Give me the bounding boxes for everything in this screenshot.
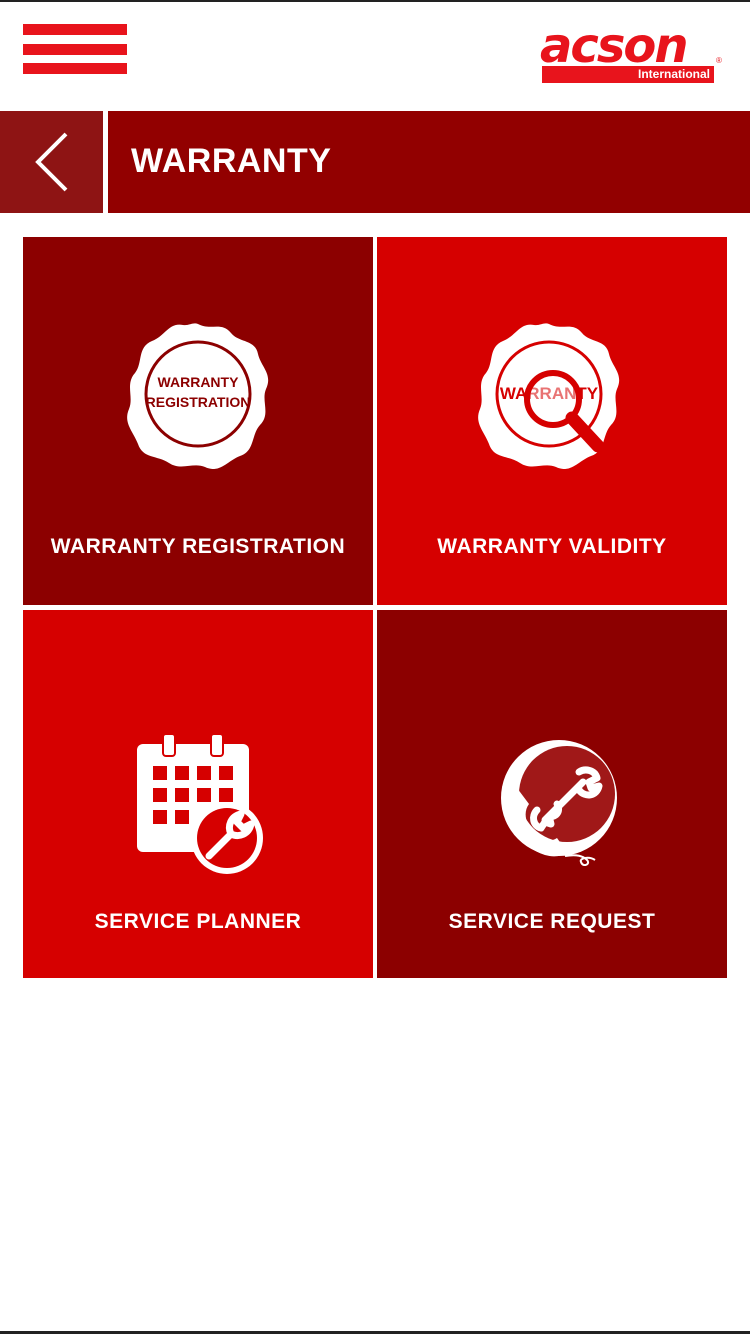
tile-service-planner[interactable]: SERVICE PLANNER [23,610,373,978]
title-bar: WARRANTY [108,111,750,213]
tile-warranty-validity[interactable]: WARRANTY WARRANTY VALIDITY [377,237,727,605]
phone-wrench-icon [501,740,617,866]
tile-service-request[interactable]: SERVICE REQUEST [377,610,727,978]
warranty-magnifier-seal-icon: WARRANTY [478,323,620,469]
menu-button[interactable] [23,24,127,74]
tile-label: WARRANTY REGISTRATION [50,535,346,558]
back-button[interactable] [0,111,103,213]
calendar-wrench-icon [137,734,263,874]
tile-label: WARRANTY VALIDITY [437,535,667,558]
menu-icon [23,24,127,35]
logo-word: acson [540,18,689,74]
tile-label: SERVICE REQUEST [448,910,656,933]
badge-line1: WARRANTY [158,374,240,390]
top-border [0,0,750,2]
warranty-registration-seal-icon: WARRANTY REGISTRATION [127,323,269,469]
menu-icon-bar [23,63,127,74]
logo-subtitle: International [542,66,714,83]
tile-warranty-registration[interactable]: WARRANTY REGISTRATION WARRANTY REGISTRAT… [23,237,373,605]
logo-registered-mark: ® [716,56,722,65]
chevron-left-icon [35,132,68,192]
badge-line2: REGISTRATION [146,394,251,410]
acson-logo: acson International ® [540,18,726,86]
menu-icon-bar [23,44,127,55]
tile-label: SERVICE PLANNER [94,910,302,933]
page-title: WARRANTY [131,142,332,180]
